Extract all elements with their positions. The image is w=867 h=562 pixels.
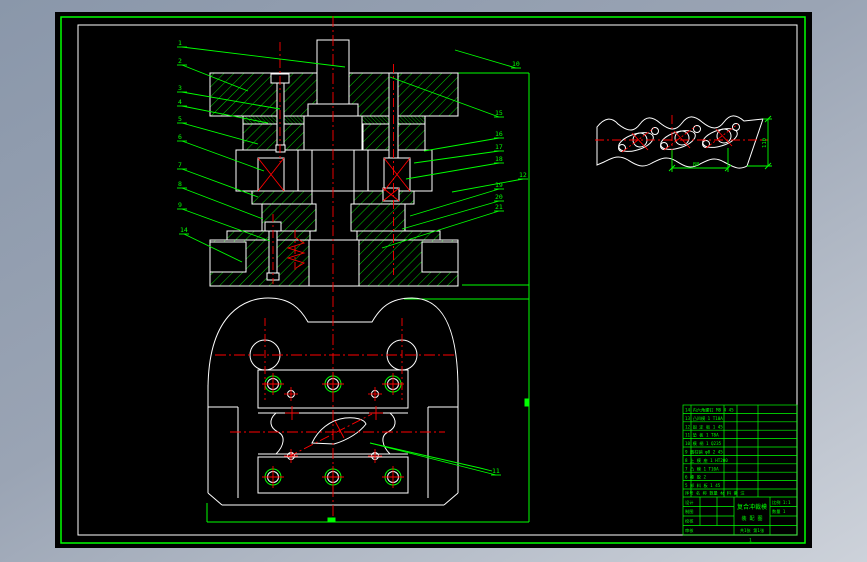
callout-15: 15 bbox=[495, 109, 503, 117]
callout-14: 14 bbox=[180, 226, 188, 234]
bom-row: 14 内六角螺钉 M8 4 45 bbox=[685, 407, 734, 414]
callout-21: 21 bbox=[495, 203, 503, 211]
stripper-plate-left bbox=[251, 190, 313, 205]
bom-row: 8 上 模 座 1 HT200 bbox=[685, 457, 728, 464]
bom-header: 序号 名 称 数量 材 料 备 注 bbox=[685, 490, 745, 497]
callout-20: 20 bbox=[495, 193, 503, 201]
die-block-right bbox=[350, 203, 406, 232]
drawing-title: 复合冲裁模 bbox=[737, 503, 767, 511]
callout-16: 16 bbox=[495, 130, 503, 138]
callout-10: 10 bbox=[512, 60, 520, 68]
callout-4: 4 bbox=[178, 98, 182, 106]
field-sheet: 共1张 第1张 bbox=[740, 527, 765, 534]
callout-19: 19 bbox=[495, 181, 503, 189]
callout-6: 6 bbox=[178, 133, 182, 141]
bom-row: 11 垫 板 1 T8A bbox=[685, 432, 719, 439]
bottom-tick bbox=[327, 517, 336, 523]
bom-row: 13 凸凹模 1 T10A bbox=[685, 415, 723, 422]
title-block: 14 内六角螺钉 M8 4 4513 凸凹模 1 T10A12 固 定 板 1 … bbox=[682, 404, 798, 544]
bom-row: 5 卸 料 板 1 45 bbox=[685, 482, 721, 489]
page-number: 1 bbox=[749, 538, 752, 544]
plan-view bbox=[207, 296, 493, 516]
section-view bbox=[209, 16, 459, 292]
callout-7: 7 bbox=[178, 161, 182, 169]
callout-2: 2 bbox=[178, 57, 182, 65]
bom-rows: 14 内六角螺钉 M8 4 4513 凸凹模 1 T10A12 固 定 板 1 … bbox=[685, 407, 734, 490]
callout-8: 8 bbox=[178, 180, 182, 188]
plan-centerlines bbox=[215, 296, 455, 516]
callout-3: 3 bbox=[178, 84, 182, 92]
strip-layout-view: 88 110 bbox=[595, 115, 772, 172]
callout-18: 18 bbox=[495, 155, 503, 163]
field-check: 校核 bbox=[685, 518, 694, 525]
drawing: 88 110 14 内六角螺钉 M8 4 4513 凸凹模 1 T10A12 固… bbox=[60, 16, 806, 544]
field-design: 设计 bbox=[685, 499, 693, 506]
bom-row: 7 凸 模 1 T10A bbox=[685, 465, 719, 472]
field-audit: 审核 bbox=[685, 527, 694, 534]
bom-row: 10 模 柄 1 Q235 bbox=[685, 440, 722, 447]
callout-17: 17 bbox=[495, 143, 503, 151]
callout-11: 11 bbox=[492, 467, 500, 475]
field-qty: 数量 1 bbox=[772, 508, 786, 515]
strip-dimensions bbox=[668, 115, 772, 172]
bom-row: 6 橡 胶 2 bbox=[685, 474, 706, 481]
dimension-strip-width: 110 bbox=[762, 138, 768, 148]
cad-drawing-viewport[interactable]: 88 110 14 内六角螺钉 M8 4 45 13 凸凹模 1 T10A 12 固… bbox=[55, 12, 812, 548]
bom-row: 9 圆柱销 φ8 2 45 bbox=[685, 449, 723, 456]
field-scale: 比例 1:1 bbox=[772, 499, 791, 506]
callout-1: 1 bbox=[178, 39, 182, 47]
bom-row: 12 固 定 板 1 45 bbox=[685, 423, 723, 430]
callout-5: 5 bbox=[178, 115, 182, 123]
border-tick bbox=[524, 398, 530, 407]
drawing-subtitle: 装 配 图 bbox=[741, 515, 762, 522]
callout-12: 12 bbox=[519, 171, 527, 179]
dimension-strip-pitch: 88 bbox=[693, 162, 700, 168]
field-draw: 制图 bbox=[685, 508, 693, 515]
callout-9: 9 bbox=[178, 201, 182, 209]
